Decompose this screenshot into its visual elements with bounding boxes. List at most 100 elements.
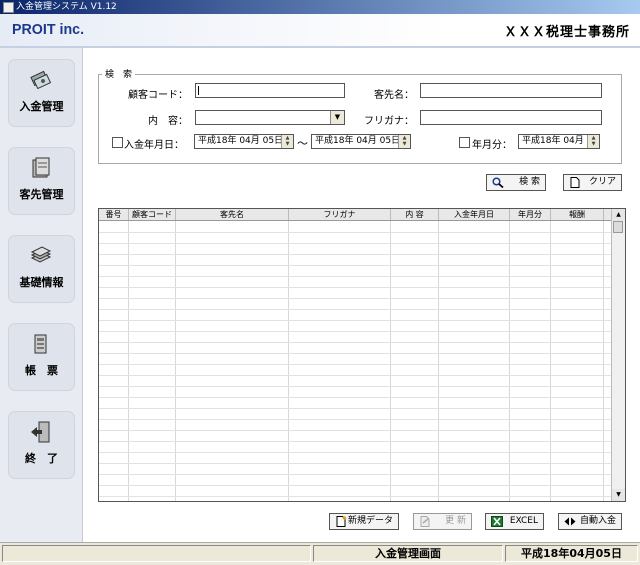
- col-header-furigana[interactable]: フリガナ: [289, 209, 391, 220]
- col-header-content[interactable]: 内 容: [391, 209, 439, 220]
- sidebar-item-label: 終 了: [25, 452, 58, 465]
- date-from-picker[interactable]: 平成18年 04月 05日 ▲ ▼: [194, 134, 294, 149]
- col-header-fee[interactable]: 報酬: [551, 209, 604, 220]
- sidebar-item-label: 帳 票: [25, 364, 58, 377]
- row-divider: [99, 298, 611, 299]
- search-button[interactable]: 検 索: [486, 174, 546, 191]
- clear-button[interactable]: クリア: [563, 174, 622, 191]
- status-bar: 入金管理画面 平成18年04月05日: [0, 542, 640, 565]
- double-arrow-icon: [564, 517, 576, 526]
- stack-icon: [30, 246, 52, 263]
- payment-date-checkbox[interactable]: [112, 137, 123, 148]
- customer-name-label: 客先名：: [374, 90, 414, 101]
- date-to-picker[interactable]: 平成18年 04月 05日 ▲ ▼: [311, 134, 411, 149]
- row-divider: [99, 265, 611, 266]
- col-header-number[interactable]: 番号: [99, 209, 129, 220]
- search-group-legend: 検 索: [102, 67, 136, 80]
- row-divider: [99, 386, 611, 387]
- status-screen-name: 入金管理画面: [313, 545, 503, 562]
- row-divider: [99, 353, 611, 354]
- office-name: ＸＸＸ税理士事務所: [503, 25, 630, 40]
- col-header-month[interactable]: 年月分: [510, 209, 551, 220]
- month-spinner[interactable]: ▲ ▼: [587, 135, 599, 148]
- month-label: 年月分：: [472, 140, 512, 151]
- money-icon: [30, 70, 52, 90]
- client-code-input[interactable]: [195, 83, 345, 98]
- row-divider: [99, 276, 611, 277]
- sidebar-item-exit[interactable]: 終 了: [8, 411, 75, 479]
- range-separator: ～: [297, 137, 308, 150]
- sidebar-item-reports[interactable]: 帳 票: [8, 323, 75, 391]
- date-from-value: 平成18年 04月 05日: [198, 136, 284, 146]
- column-divider: [550, 221, 551, 501]
- payment-table[interactable]: 番号 顧客コード 客先名 フリガナ 内 容 入金年月日 年月分 報酬 ▲ ▼: [98, 208, 626, 502]
- sidebar-item-label: 基礎情報: [19, 276, 64, 289]
- content-select[interactable]: ▼: [195, 110, 345, 125]
- col-header-client-code[interactable]: 顧客コード: [129, 209, 176, 220]
- column-divider: [509, 221, 510, 501]
- col-header-customer-name[interactable]: 客先名: [176, 209, 289, 220]
- update-button[interactable]: 更 新: [413, 513, 472, 530]
- table-header: 番号 顧客コード 客先名 フリガナ 内 容 入金年月日 年月分 報酬: [99, 209, 611, 221]
- month-checkbox[interactable]: [459, 137, 470, 148]
- row-divider: [99, 452, 611, 453]
- date-to-spinner[interactable]: ▲ ▼: [398, 135, 410, 148]
- column-divider: [128, 221, 129, 501]
- window-title: 入金管理システム V1.12: [16, 2, 117, 12]
- address-book-icon: [32, 157, 50, 178]
- column-divider: [288, 221, 289, 501]
- company-logo: PROIT inc.: [12, 21, 85, 38]
- row-divider: [99, 309, 611, 310]
- month-value: 平成18年 04月: [522, 136, 584, 146]
- window-title-bar: 入金管理システム V1.12: [0, 0, 640, 14]
- sidebar: 入金管理 客先管理 基礎情報 帳 票 終 了: [0, 48, 83, 542]
- scroll-thumb[interactable]: [613, 221, 623, 233]
- date-from-spinner[interactable]: ▲ ▼: [281, 135, 293, 148]
- update-icon: [420, 516, 430, 527]
- month-picker[interactable]: 平成18年 04月 ▲ ▼: [518, 134, 600, 149]
- chevron-down-icon[interactable]: ▼: [330, 111, 344, 124]
- date-to-value: 平成18年 04月 05日: [315, 136, 401, 146]
- row-divider: [99, 441, 611, 442]
- row-divider: [99, 331, 611, 332]
- column-divider: [438, 221, 439, 501]
- row-divider: [99, 364, 611, 365]
- row-divider: [99, 496, 611, 497]
- table-vertical-scrollbar[interactable]: ▲ ▼: [611, 209, 625, 501]
- scroll-down-arrow-icon[interactable]: ▼: [612, 489, 625, 501]
- row-divider: [99, 430, 611, 431]
- row-divider: [99, 408, 611, 409]
- content-label: 内 容：: [148, 116, 188, 127]
- new-data-button[interactable]: 新規データ: [329, 513, 399, 530]
- excel-icon: [491, 516, 503, 527]
- sidebar-item-label: 入金管理: [19, 100, 64, 113]
- search-icon: [492, 177, 504, 188]
- payment-date-label: 入金年月日：: [124, 140, 184, 151]
- furigana-input[interactable]: [420, 110, 602, 125]
- row-divider: [99, 419, 611, 420]
- customer-name-input[interactable]: [420, 83, 602, 98]
- app-icon: [3, 2, 14, 13]
- column-divider: [175, 221, 176, 501]
- sidebar-item-customers[interactable]: 客先管理: [8, 147, 75, 215]
- row-divider: [99, 287, 611, 288]
- row-divider: [99, 232, 611, 233]
- scroll-up-arrow-icon[interactable]: ▲: [612, 209, 625, 221]
- exit-door-icon: [31, 421, 50, 443]
- sidebar-item-master-data[interactable]: 基礎情報: [8, 235, 75, 303]
- excel-export-button[interactable]: EXCEL: [485, 513, 544, 530]
- client-code-label: 顧客コード：: [128, 90, 188, 101]
- auto-payment-button[interactable]: 自動入金: [558, 513, 622, 530]
- sidebar-item-label: 客先管理: [19, 188, 64, 201]
- col-header-payment-date[interactable]: 入金年月日: [439, 209, 510, 220]
- furigana-label: フリガナ：: [364, 116, 414, 127]
- new-document-icon: [336, 516, 347, 527]
- row-divider: [99, 397, 611, 398]
- row-divider: [99, 320, 611, 321]
- sidebar-item-payment[interactable]: 入金管理: [8, 59, 75, 127]
- status-panel-empty: [2, 545, 311, 562]
- app-header: PROIT inc. ＸＸＸ税理士事務所: [0, 14, 640, 48]
- document-icon: [570, 177, 580, 188]
- row-divider: [99, 243, 611, 244]
- row-divider: [99, 463, 611, 464]
